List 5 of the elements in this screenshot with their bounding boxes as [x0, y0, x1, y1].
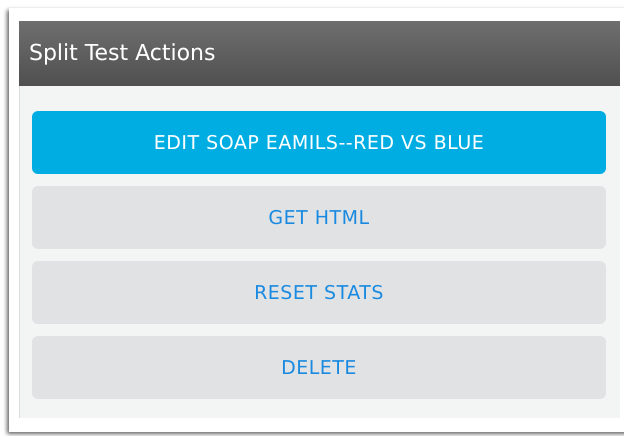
action-button[interactable]: GET HTML [32, 186, 606, 249]
action-button[interactable]: DELETE [32, 336, 606, 399]
selected-action-button[interactable]: EDIT SOAP EAMILS--RED VS BLUE [32, 111, 606, 174]
action-button[interactable]: RESET STATS [32, 261, 606, 324]
panel-title: Split Test Actions [29, 41, 216, 66]
